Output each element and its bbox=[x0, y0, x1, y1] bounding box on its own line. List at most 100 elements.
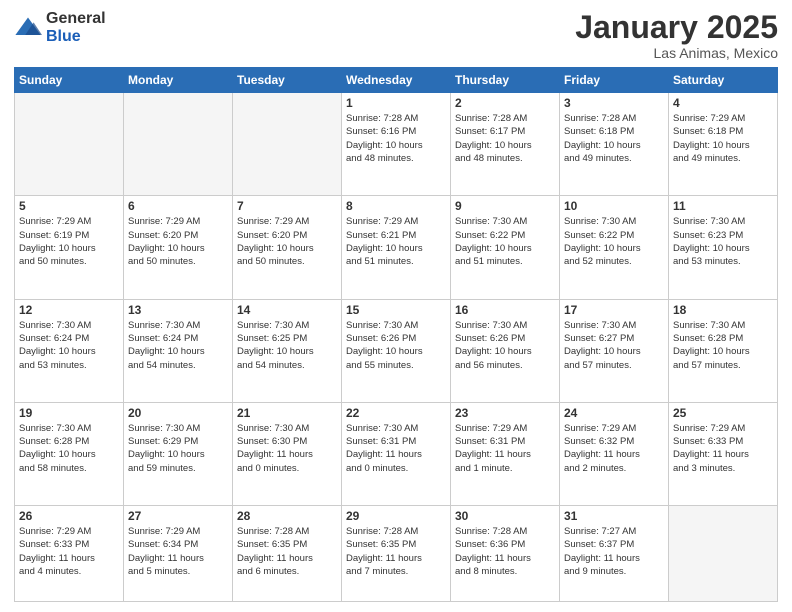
table-row: 10 Sunrise: 7:30 AMSunset: 6:22 PMDayligh… bbox=[560, 196, 669, 299]
table-row: 13 Sunrise: 7:30 AMSunset: 6:24 PMDayligh… bbox=[124, 299, 233, 402]
header: General Blue January 2025 Las Animas, Me… bbox=[14, 10, 778, 61]
table-row: 6Sunrise: 7:29 AMSunset: 6:20 PMDaylight… bbox=[124, 196, 233, 299]
table-row: 26 Sunrise: 7:29 AMSunset: 6:33 PMDayligh… bbox=[15, 506, 124, 602]
table-row: 25 Sunrise: 7:29 AMSunset: 6:33 PMDayligh… bbox=[669, 402, 778, 505]
table-row: 1 Sunrise: 7:28 AMSunset: 6:16 PMDaylight… bbox=[342, 93, 451, 196]
day-info: Sunrise: 7:28 AMSunset: 6:35 PMDaylight:… bbox=[237, 525, 337, 578]
day-number: 28 bbox=[237, 509, 337, 523]
day-number: 23 bbox=[455, 406, 555, 420]
day-info: Sunrise: 7:30 AMSunset: 6:28 PMDaylight:… bbox=[19, 422, 119, 475]
day-info: Sunrise: 7:27 AMSunset: 6:37 PMDaylight:… bbox=[564, 525, 664, 578]
page: General Blue January 2025 Las Animas, Me… bbox=[0, 0, 792, 612]
day-info: Sunrise: 7:30 AMSunset: 6:30 PMDaylight:… bbox=[237, 422, 337, 475]
title-block: January 2025 Las Animas, Mexico bbox=[575, 10, 778, 61]
day-info: Sunrise: 7:30 AMSunset: 6:24 PMDaylight:… bbox=[128, 319, 228, 372]
day-number: 8 bbox=[346, 199, 446, 213]
day-number: 7 bbox=[237, 199, 337, 213]
table-row: 8 Sunrise: 7:29 AMSunset: 6:21 PMDaylight… bbox=[342, 196, 451, 299]
day-number: 9 bbox=[455, 199, 555, 213]
day-number: 25 bbox=[673, 406, 773, 420]
day-number: 30 bbox=[455, 509, 555, 523]
day-number: 1 bbox=[346, 96, 446, 110]
day-info: Sunrise: 7:30 AMSunset: 6:27 PMDaylight:… bbox=[564, 319, 664, 372]
table-row: 31Sunrise: 7:27 AMSunset: 6:37 PMDayligh… bbox=[560, 506, 669, 602]
header-thursday: Thursday bbox=[451, 68, 560, 93]
header-monday: Monday bbox=[124, 68, 233, 93]
table-row: 3 Sunrise: 7:28 AMSunset: 6:18 PMDaylight… bbox=[560, 93, 669, 196]
logo-text: General Blue bbox=[46, 10, 106, 45]
day-number: 5 bbox=[19, 199, 119, 213]
day-info: Sunrise: 7:29 AMSunset: 6:21 PMDaylight:… bbox=[346, 215, 446, 268]
table-row: 30 Sunrise: 7:28 AMSunset: 6:36 PMDayligh… bbox=[451, 506, 560, 602]
table-row: 16 Sunrise: 7:30 AMSunset: 6:26 PMDayligh… bbox=[451, 299, 560, 402]
day-info: Sunrise: 7:28 AMSunset: 6:17 PMDaylight:… bbox=[455, 112, 555, 165]
logo-general-text: General bbox=[46, 10, 106, 28]
table-row: 23 Sunrise: 7:29 AMSunset: 6:31 PMDayligh… bbox=[451, 402, 560, 505]
day-number: 21 bbox=[237, 406, 337, 420]
day-number: 13 bbox=[128, 303, 228, 317]
day-info: Sunrise: 7:30 AMSunset: 6:24 PMDaylight:… bbox=[19, 319, 119, 372]
day-info: Sunrise: 7:29 AMSunset: 6:33 PMDaylight:… bbox=[673, 422, 773, 475]
day-info: Sunrise: 7:29 AMSunset: 6:34 PMDaylight:… bbox=[128, 525, 228, 578]
table-row: 12 Sunrise: 7:30 AMSunset: 6:24 PMDayligh… bbox=[15, 299, 124, 402]
table-row: 5Sunrise: 7:29 AMSunset: 6:19 PMDaylight… bbox=[15, 196, 124, 299]
table-row: 4Sunrise: 7:29 AMSunset: 6:18 PMDaylight… bbox=[669, 93, 778, 196]
table-row bbox=[669, 506, 778, 602]
calendar-week-row: 19 Sunrise: 7:30 AMSunset: 6:28 PMDayligh… bbox=[15, 402, 778, 505]
table-row: 15Sunrise: 7:30 AMSunset: 6:26 PMDayligh… bbox=[342, 299, 451, 402]
day-info: Sunrise: 7:30 AMSunset: 6:31 PMDaylight:… bbox=[346, 422, 446, 475]
day-info: Sunrise: 7:30 AMSunset: 6:23 PMDaylight:… bbox=[673, 215, 773, 268]
table-row: 19 Sunrise: 7:30 AMSunset: 6:28 PMDayligh… bbox=[15, 402, 124, 505]
logo-blue-text: Blue bbox=[46, 28, 106, 46]
table-row bbox=[15, 93, 124, 196]
header-wednesday: Wednesday bbox=[342, 68, 451, 93]
day-info: Sunrise: 7:29 AMSunset: 6:20 PMDaylight:… bbox=[237, 215, 337, 268]
calendar-week-row: 12 Sunrise: 7:30 AMSunset: 6:24 PMDayligh… bbox=[15, 299, 778, 402]
day-info: Sunrise: 7:28 AMSunset: 6:36 PMDaylight:… bbox=[455, 525, 555, 578]
calendar-week-row: 26 Sunrise: 7:29 AMSunset: 6:33 PMDayligh… bbox=[15, 506, 778, 602]
logo-icon bbox=[14, 14, 42, 42]
day-number: 4 bbox=[673, 96, 773, 110]
table-row: 18Sunrise: 7:30 AMSunset: 6:28 PMDayligh… bbox=[669, 299, 778, 402]
header-tuesday: Tuesday bbox=[233, 68, 342, 93]
day-number: 29 bbox=[346, 509, 446, 523]
table-row: 11 Sunrise: 7:30 AMSunset: 6:23 PMDayligh… bbox=[669, 196, 778, 299]
day-info: Sunrise: 7:30 AMSunset: 6:22 PMDaylight:… bbox=[564, 215, 664, 268]
table-row: 2 Sunrise: 7:28 AMSunset: 6:17 PMDaylight… bbox=[451, 93, 560, 196]
day-number: 16 bbox=[455, 303, 555, 317]
table-row: 7 Sunrise: 7:29 AMSunset: 6:20 PMDaylight… bbox=[233, 196, 342, 299]
table-row: 27 Sunrise: 7:29 AMSunset: 6:34 PMDayligh… bbox=[124, 506, 233, 602]
day-number: 10 bbox=[564, 199, 664, 213]
day-number: 2 bbox=[455, 96, 555, 110]
day-number: 20 bbox=[128, 406, 228, 420]
header-friday: Friday bbox=[560, 68, 669, 93]
calendar-week-row: 1 Sunrise: 7:28 AMSunset: 6:16 PMDaylight… bbox=[15, 93, 778, 196]
header-saturday: Saturday bbox=[669, 68, 778, 93]
day-number: 24 bbox=[564, 406, 664, 420]
day-number: 12 bbox=[19, 303, 119, 317]
day-info: Sunrise: 7:28 AMSunset: 6:35 PMDaylight:… bbox=[346, 525, 446, 578]
day-number: 18 bbox=[673, 303, 773, 317]
day-info: Sunrise: 7:28 AMSunset: 6:18 PMDaylight:… bbox=[564, 112, 664, 165]
day-info: Sunrise: 7:29 AMSunset: 6:33 PMDaylight:… bbox=[19, 525, 119, 578]
calendar-table: Sunday Monday Tuesday Wednesday Thursday… bbox=[14, 67, 778, 602]
day-number: 19 bbox=[19, 406, 119, 420]
day-info: Sunrise: 7:28 AMSunset: 6:16 PMDaylight:… bbox=[346, 112, 446, 165]
day-number: 17 bbox=[564, 303, 664, 317]
day-number: 26 bbox=[19, 509, 119, 523]
day-number: 3 bbox=[564, 96, 664, 110]
day-info: Sunrise: 7:29 AMSunset: 6:31 PMDaylight:… bbox=[455, 422, 555, 475]
day-number: 22 bbox=[346, 406, 446, 420]
month-title: January 2025 bbox=[575, 10, 778, 45]
weekday-header-row: Sunday Monday Tuesday Wednesday Thursday… bbox=[15, 68, 778, 93]
day-number: 27 bbox=[128, 509, 228, 523]
table-row: 24Sunrise: 7:29 AMSunset: 6:32 PMDayligh… bbox=[560, 402, 669, 505]
logo: General Blue bbox=[14, 10, 106, 45]
location: Las Animas, Mexico bbox=[575, 45, 778, 61]
day-info: Sunrise: 7:30 AMSunset: 6:29 PMDaylight:… bbox=[128, 422, 228, 475]
day-info: Sunrise: 7:30 AMSunset: 6:26 PMDaylight:… bbox=[455, 319, 555, 372]
day-number: 11 bbox=[673, 199, 773, 213]
table-row bbox=[233, 93, 342, 196]
table-row: 20 Sunrise: 7:30 AMSunset: 6:29 PMDayligh… bbox=[124, 402, 233, 505]
day-info: Sunrise: 7:30 AMSunset: 6:25 PMDaylight:… bbox=[237, 319, 337, 372]
